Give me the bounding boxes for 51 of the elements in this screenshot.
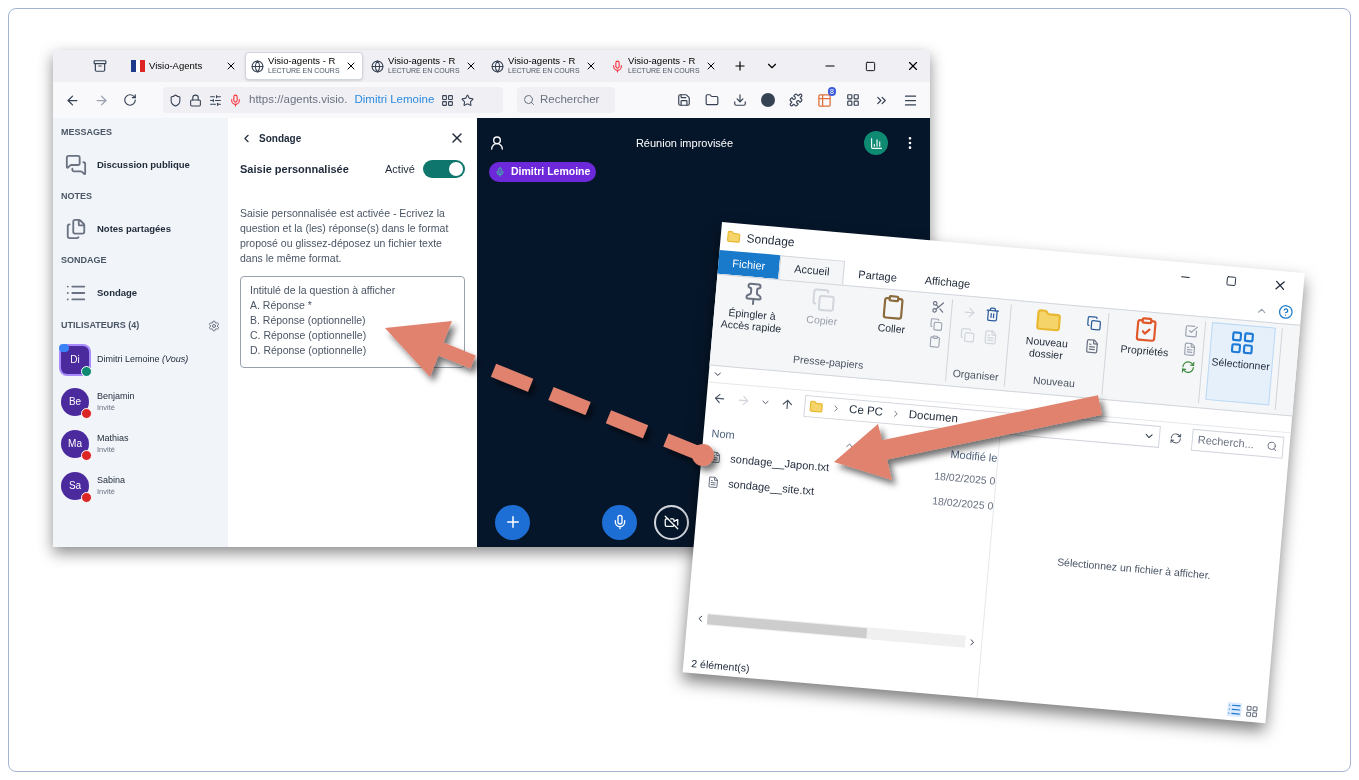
user-name: Dimitri Lemoine (Vous) [97, 354, 189, 365]
ribbon-button[interactable]: Sélectionner [1205, 322, 1276, 406]
group-label: Nouveau [1032, 373, 1076, 392]
sidebar-item[interactable]: Notes partagées [61, 204, 220, 254]
user-name: Mathias [97, 432, 129, 444]
section-heading: MESSAGES [61, 126, 113, 139]
user-name: Sabina [97, 474, 126, 486]
group-label: Organiser [951, 365, 1000, 385]
sidebar-item[interactable]: Discussion publique [61, 140, 220, 190]
address-bar[interactable]: https://agents.visio. Dimitri Lemoine [163, 87, 503, 113]
avatar: Ma [61, 429, 89, 458]
section-heading: SONDAGE [61, 254, 108, 267]
search-field[interactable]: Rechercher [517, 87, 615, 113]
option-title: Saisie personnalisée [240, 161, 349, 177]
tab-title: Visio-Agents [149, 61, 204, 71]
avatar: Be [61, 387, 89, 416]
section-heading: NOTES [61, 190, 93, 203]
file-name[interactable]: sondage__Japon.txt [729, 452, 830, 473]
user-item[interactable]: Di Dimitri Lemoine (Vous) [61, 342, 220, 377]
speaker-badge: Dimitri Lemoine [489, 162, 597, 182]
status-text: 2 élément(s) [690, 656, 751, 677]
column-header[interactable]: Nom [710, 424, 736, 444]
meeting-title: Réunion improvisée [635, 135, 734, 151]
browser-tab[interactable]: Visio-Agents [125, 52, 243, 80]
tab-title: Visio-agents - R [628, 56, 697, 66]
tab-title: Visio-agents - R [388, 56, 457, 66]
ribbon-tab[interactable]: Fichier [717, 249, 781, 280]
tab-title: Visio-agents - R [268, 56, 337, 66]
column-header[interactable]: Modifié le [949, 445, 999, 467]
sidebar-item[interactable]: Sondage [61, 268, 220, 318]
path-segment[interactable]: Ce PC [848, 400, 884, 421]
toggle-label: Activé [385, 161, 415, 177]
back-button[interactable]: Sondage [240, 130, 302, 146]
modified-date: 18/02/2025 0 [931, 493, 994, 514]
user-label: Dimitri Lemoine [354, 92, 435, 108]
preview-message: Sélectionnez un fichier à afficher. [1056, 554, 1212, 583]
user-name: Benjamin [97, 390, 135, 402]
ribbon-tab[interactable]: Accueil [778, 255, 846, 285]
tab-title: Visio-agents - R [508, 56, 577, 66]
path-segment[interactable]: Documen [908, 405, 959, 428]
ribbon-button[interactable]: Nouveau dossier [1013, 305, 1082, 363]
section-heading: UTILISATEURS (4) [61, 319, 140, 333]
window-title: Sondage [745, 230, 796, 252]
file-name[interactable]: sondage__site.txt [727, 477, 815, 497]
description-text: Saisie personnalisée est activée - Ecrivez la question et la (les) réponse(s) dans le format proposé ou glissez-déposez un fichier texte dans le même format. [240, 206, 450, 266]
question-textarea[interactable]: Intitulé de la question à afficher A. Réponse * B. Réponse (optionnelle) C. Réponse (optionnelle) D. Réponse (optionnelle) [240, 276, 465, 368]
url-text: https://agents.visio. [249, 92, 348, 108]
modified-date: 18/02/2025 0 [933, 468, 997, 489]
ribbon-button[interactable]: Propriétés [1112, 313, 1180, 360]
group-label: Presse-papiers [792, 352, 864, 374]
avatar: Sa [61, 471, 89, 500]
